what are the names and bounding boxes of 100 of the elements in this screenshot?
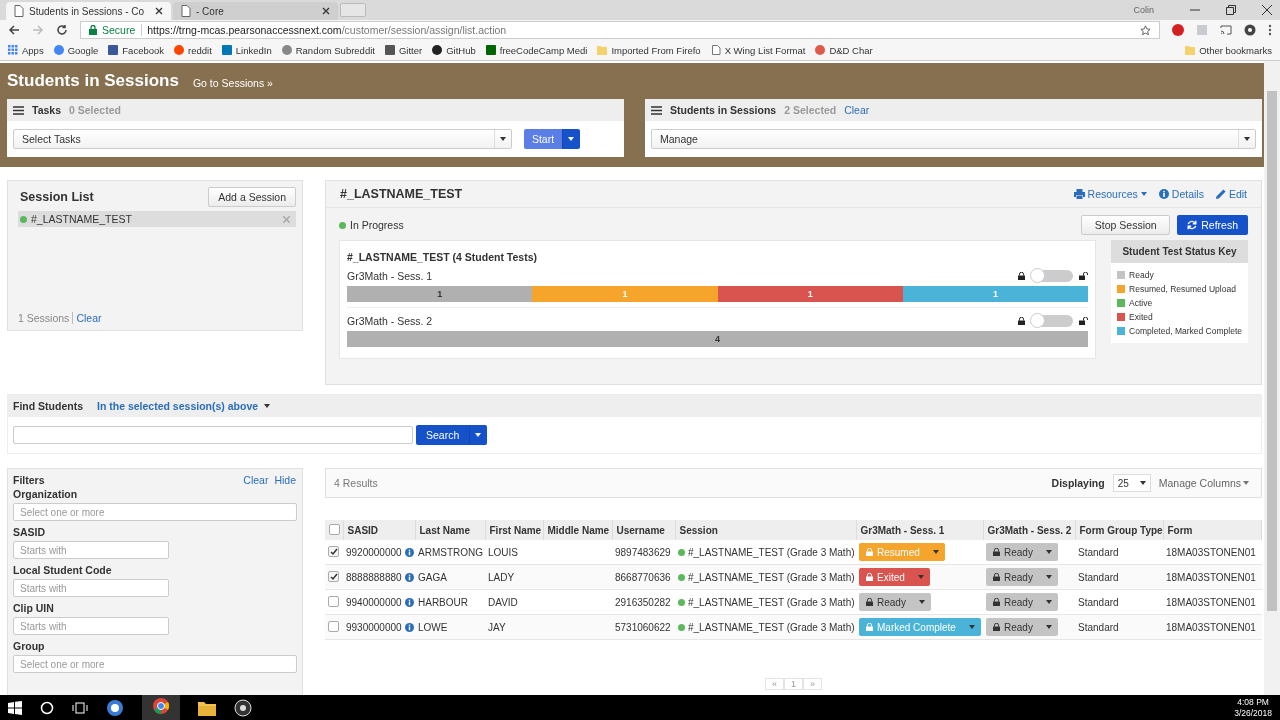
tasks-select[interactable]: Select Tasks xyxy=(13,129,512,149)
filter-field[interactable]: Starts with xyxy=(13,541,169,559)
cast-icon[interactable] xyxy=(1220,24,1232,36)
add-session-button[interactable]: Add a Session xyxy=(208,187,296,207)
reload-icon[interactable] xyxy=(56,24,68,36)
status-button[interactable]: Ready xyxy=(986,543,1040,561)
column-header[interactable]: Gr3Math - Sess. 2 xyxy=(983,520,1075,540)
key-label: Ready xyxy=(1129,270,1154,280)
lock-icon xyxy=(1018,272,1026,280)
browser-tab[interactable]: Students in Sessions - Co xyxy=(6,2,171,20)
browser-tab[interactable]: - Core xyxy=(173,2,338,20)
status-button[interactable]: Ready xyxy=(986,568,1040,586)
page-size-select[interactable]: 25 xyxy=(1112,474,1151,492)
start-button[interactable]: Start xyxy=(524,129,562,149)
search-field[interactable] xyxy=(13,426,413,444)
lock-toggle[interactable] xyxy=(1031,270,1074,282)
start-icon[interactable] xyxy=(8,700,22,715)
column-header[interactable]: Form Group Type xyxy=(1075,520,1163,540)
clear-link[interactable]: Clear xyxy=(76,312,102,324)
filter-field[interactable]: Select one or more xyxy=(13,503,297,521)
info-icon[interactable] xyxy=(404,547,414,557)
bookmark[interactable]: GitHub xyxy=(432,44,476,56)
hide-link[interactable]: Hide xyxy=(274,474,296,486)
bookmark[interactable]: Facebook xyxy=(108,44,165,56)
bookmark[interactable]: X Wing List Format xyxy=(710,44,806,56)
app-icon[interactable] xyxy=(106,698,124,717)
extension-icon[interactable] xyxy=(1172,24,1184,36)
bookmark[interactable]: Apps xyxy=(8,44,44,56)
status-button[interactable]: Ready xyxy=(986,593,1040,611)
go-to-sessions-link[interactable]: Go to Sessions » xyxy=(192,76,273,89)
column-header[interactable]: SASID xyxy=(343,520,415,540)
column-header[interactable]: Gr3Math - Sess. 1 xyxy=(856,520,983,540)
session-button[interactable]: Stop Session xyxy=(1081,215,1171,235)
clear-link[interactable]: Clear xyxy=(844,104,870,116)
filter-label: SASID xyxy=(13,526,47,538)
scrollbar[interactable] xyxy=(1264,61,1280,695)
status-button[interactable]: Ready xyxy=(986,618,1040,636)
column-header[interactable]: Form xyxy=(1163,520,1262,540)
manage-columns-dropdown[interactable]: Manage Columns xyxy=(1158,477,1249,489)
filter-label: Local Student Code xyxy=(13,564,113,576)
filter-field[interactable]: Starts with xyxy=(13,617,169,635)
session-link[interactable]: Details xyxy=(1158,188,1204,200)
bookmark[interactable]: Other bookmarks xyxy=(1185,44,1272,56)
bookmark[interactable]: Gitter xyxy=(384,44,423,56)
scope-dropdown[interactable]: In the selected session(s) above xyxy=(97,400,271,412)
caret-button[interactable] xyxy=(562,129,580,149)
filter-field[interactable]: Select one or more xyxy=(13,655,297,673)
menu-icon[interactable] xyxy=(1268,24,1272,36)
task-view-icon[interactable] xyxy=(72,700,88,715)
back-icon[interactable] xyxy=(8,24,20,36)
address-field[interactable]: Secure https://trng-mcas.pearsonaccessnext.com/customer/session/assign/list.action xyxy=(80,21,1160,39)
session-button[interactable]: Refresh xyxy=(1177,215,1248,235)
bookmark[interactable]: LinkedIn xyxy=(221,44,272,56)
bookmark[interactable]: Imported From Firefo xyxy=(597,44,701,56)
checkbox[interactable] xyxy=(328,571,339,583)
status-button[interactable]: Exited xyxy=(859,568,912,586)
column-header[interactable]: Last Name xyxy=(415,520,485,540)
bookmark[interactable]: Random Subreddit xyxy=(281,44,375,56)
status-button[interactable]: Ready xyxy=(859,593,913,611)
session-link[interactable]: Edit xyxy=(1215,188,1247,200)
manage-select[interactable]: Manage xyxy=(651,129,1256,149)
close-icon[interactable] xyxy=(1262,5,1272,15)
lock-icon xyxy=(866,573,873,581)
close-icon[interactable] xyxy=(322,7,330,15)
column-header[interactable]: Middle Name xyxy=(543,520,612,540)
bookmark[interactable]: Google xyxy=(53,44,99,56)
search-icon[interactable] xyxy=(40,700,54,715)
caret-button[interactable] xyxy=(469,425,488,445)
search-button[interactable]: Search xyxy=(416,425,470,445)
checkbox[interactable] xyxy=(328,595,339,607)
app-icon[interactable] xyxy=(234,698,252,717)
checkbox[interactable] xyxy=(328,620,339,632)
bookmark[interactable]: reddit xyxy=(174,44,212,56)
info-icon[interactable] xyxy=(404,572,414,582)
column-header[interactable]: First Name xyxy=(485,520,543,540)
key-label: Active xyxy=(1129,298,1153,308)
lock-icon xyxy=(866,548,873,556)
column-header[interactable]: Session xyxy=(675,520,856,540)
info-icon[interactable] xyxy=(404,597,414,607)
close-icon[interactable] xyxy=(155,7,163,15)
unlock-icon xyxy=(1079,317,1089,325)
browser-icon[interactable] xyxy=(152,696,170,715)
profile-name[interactable]: Colin xyxy=(1133,5,1154,15)
bookmark[interactable]: D&D Char xyxy=(815,44,873,56)
session-link[interactable]: Resources xyxy=(1073,188,1147,200)
column-header[interactable]: Username xyxy=(612,520,675,540)
restore-icon[interactable] xyxy=(1226,5,1236,15)
checkbox[interactable] xyxy=(328,546,339,558)
checkbox[interactable] xyxy=(329,523,340,535)
filter-field[interactable]: Starts with xyxy=(13,579,169,597)
session-item[interactable]: #_LASTNAME_TEST xyxy=(18,211,296,227)
status-dot xyxy=(678,548,685,556)
bookmark[interactable]: freeCodeCamp Medi xyxy=(485,44,588,56)
clear-link[interactable]: Clear xyxy=(243,474,269,486)
folder-icon[interactable] xyxy=(198,699,216,716)
extension-icon[interactable] xyxy=(1244,24,1256,36)
star-icon[interactable] xyxy=(1140,24,1151,36)
lock-toggle[interactable] xyxy=(1031,315,1074,327)
table-cell: LADY xyxy=(488,571,515,583)
info-icon[interactable] xyxy=(404,622,414,632)
